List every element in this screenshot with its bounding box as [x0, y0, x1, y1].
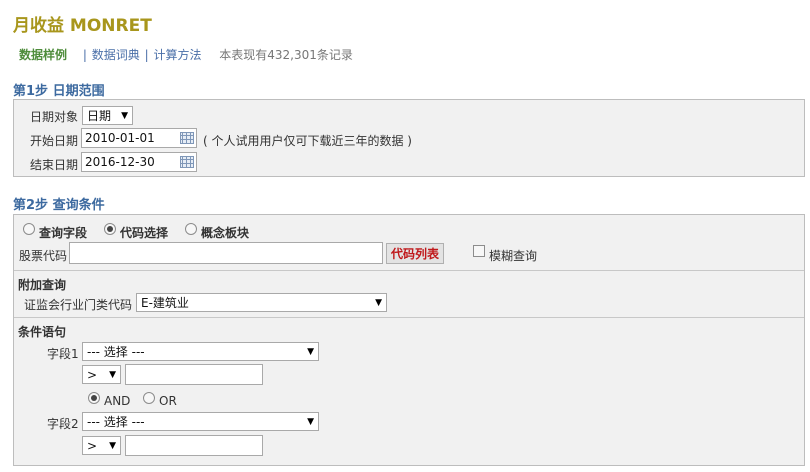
chevron-down-icon: ▼	[375, 297, 382, 308]
tab-separator: |	[144, 48, 149, 62]
field1-select[interactable]: --- 选择 --- ▼	[82, 342, 319, 361]
field2-value: --- 选择 ---	[87, 415, 145, 429]
date-object-select[interactable]: 日期 ▼	[82, 106, 133, 125]
chevron-down-icon: ▼	[121, 110, 128, 121]
radio-query-field[interactable]	[23, 223, 35, 235]
operator1-select[interactable]: > ▼	[82, 365, 121, 384]
page-title: 月收益 MONRET	[13, 16, 152, 36]
industry-code-label: 证监会行业门类代码	[24, 298, 133, 312]
radio-and-label: AND	[104, 394, 131, 408]
field1-value: --- 选择 ---	[87, 345, 145, 359]
radio-query-field-label: 查询字段	[39, 226, 88, 240]
operator2-value: >	[87, 438, 98, 453]
tab-calculation-method[interactable]: 计算方法	[153, 48, 201, 62]
step2-title: 第2步 查询条件	[13, 198, 105, 213]
date-object-label: 日期对象	[30, 110, 79, 124]
start-date-label: 开始日期	[30, 134, 79, 148]
record-count: 本表现有432,301条记录	[219, 48, 353, 62]
chevron-down-icon: ▼	[109, 369, 116, 380]
fuzzy-query-label: 模糊查询	[489, 249, 538, 263]
calendar-icon[interactable]	[180, 132, 194, 144]
tab-data-sample[interactable]: 数据样例	[19, 48, 67, 62]
chevron-down-icon: ▼	[109, 440, 116, 451]
value2-input[interactable]	[125, 435, 263, 456]
chevron-down-icon: ▼	[307, 346, 314, 357]
tab-separator: |	[82, 48, 87, 62]
trial-note: ( 个人试用用户仅可下载近三年的数据 )	[203, 134, 412, 148]
value1-input[interactable]	[125, 364, 263, 385]
tab-bar: 数据样例 | 数据词典 | 计算方法 本表现有432,301条记录	[19, 46, 353, 63]
radio-concept-sector-label: 概念板块	[201, 226, 250, 240]
operator1-value: >	[87, 367, 98, 382]
chevron-down-icon: ▼	[307, 416, 314, 427]
tab-data-dictionary[interactable]: 数据词典	[92, 48, 140, 62]
field1-label: 字段1	[47, 347, 79, 361]
section-divider	[14, 270, 804, 271]
radio-or-label: OR	[159, 394, 177, 408]
start-date-value: 2010-01-01	[85, 131, 155, 145]
radio-concept-sector[interactable]	[185, 223, 197, 235]
radio-or[interactable]	[143, 392, 155, 404]
radio-code-select-label: 代码选择	[120, 226, 169, 240]
calendar-icon[interactable]	[180, 156, 194, 168]
industry-code-value: E-建筑业	[141, 296, 189, 310]
fuzzy-query-checkbox[interactable]	[473, 245, 485, 257]
radio-and[interactable]	[88, 392, 100, 404]
end-date-value: 2016-12-30	[85, 155, 155, 169]
operator2-select[interactable]: > ▼	[82, 436, 121, 455]
stock-code-input[interactable]	[69, 242, 383, 264]
date-object-value: 日期	[87, 109, 112, 123]
step1-title: 第1步 日期范围	[13, 84, 105, 99]
end-date-label: 结束日期	[30, 158, 79, 172]
industry-code-select[interactable]: E-建筑业 ▼	[136, 293, 387, 312]
code-list-button[interactable]: 代码列表	[386, 243, 444, 264]
condition-statement-title: 条件语句	[18, 325, 67, 339]
field2-select[interactable]: --- 选择 --- ▼	[82, 412, 319, 431]
field2-label: 字段2	[47, 417, 79, 431]
extra-query-title: 附加查询	[18, 278, 67, 292]
radio-code-select[interactable]	[104, 223, 116, 235]
section-divider	[14, 317, 804, 318]
stock-code-label: 股票代码	[19, 249, 68, 263]
